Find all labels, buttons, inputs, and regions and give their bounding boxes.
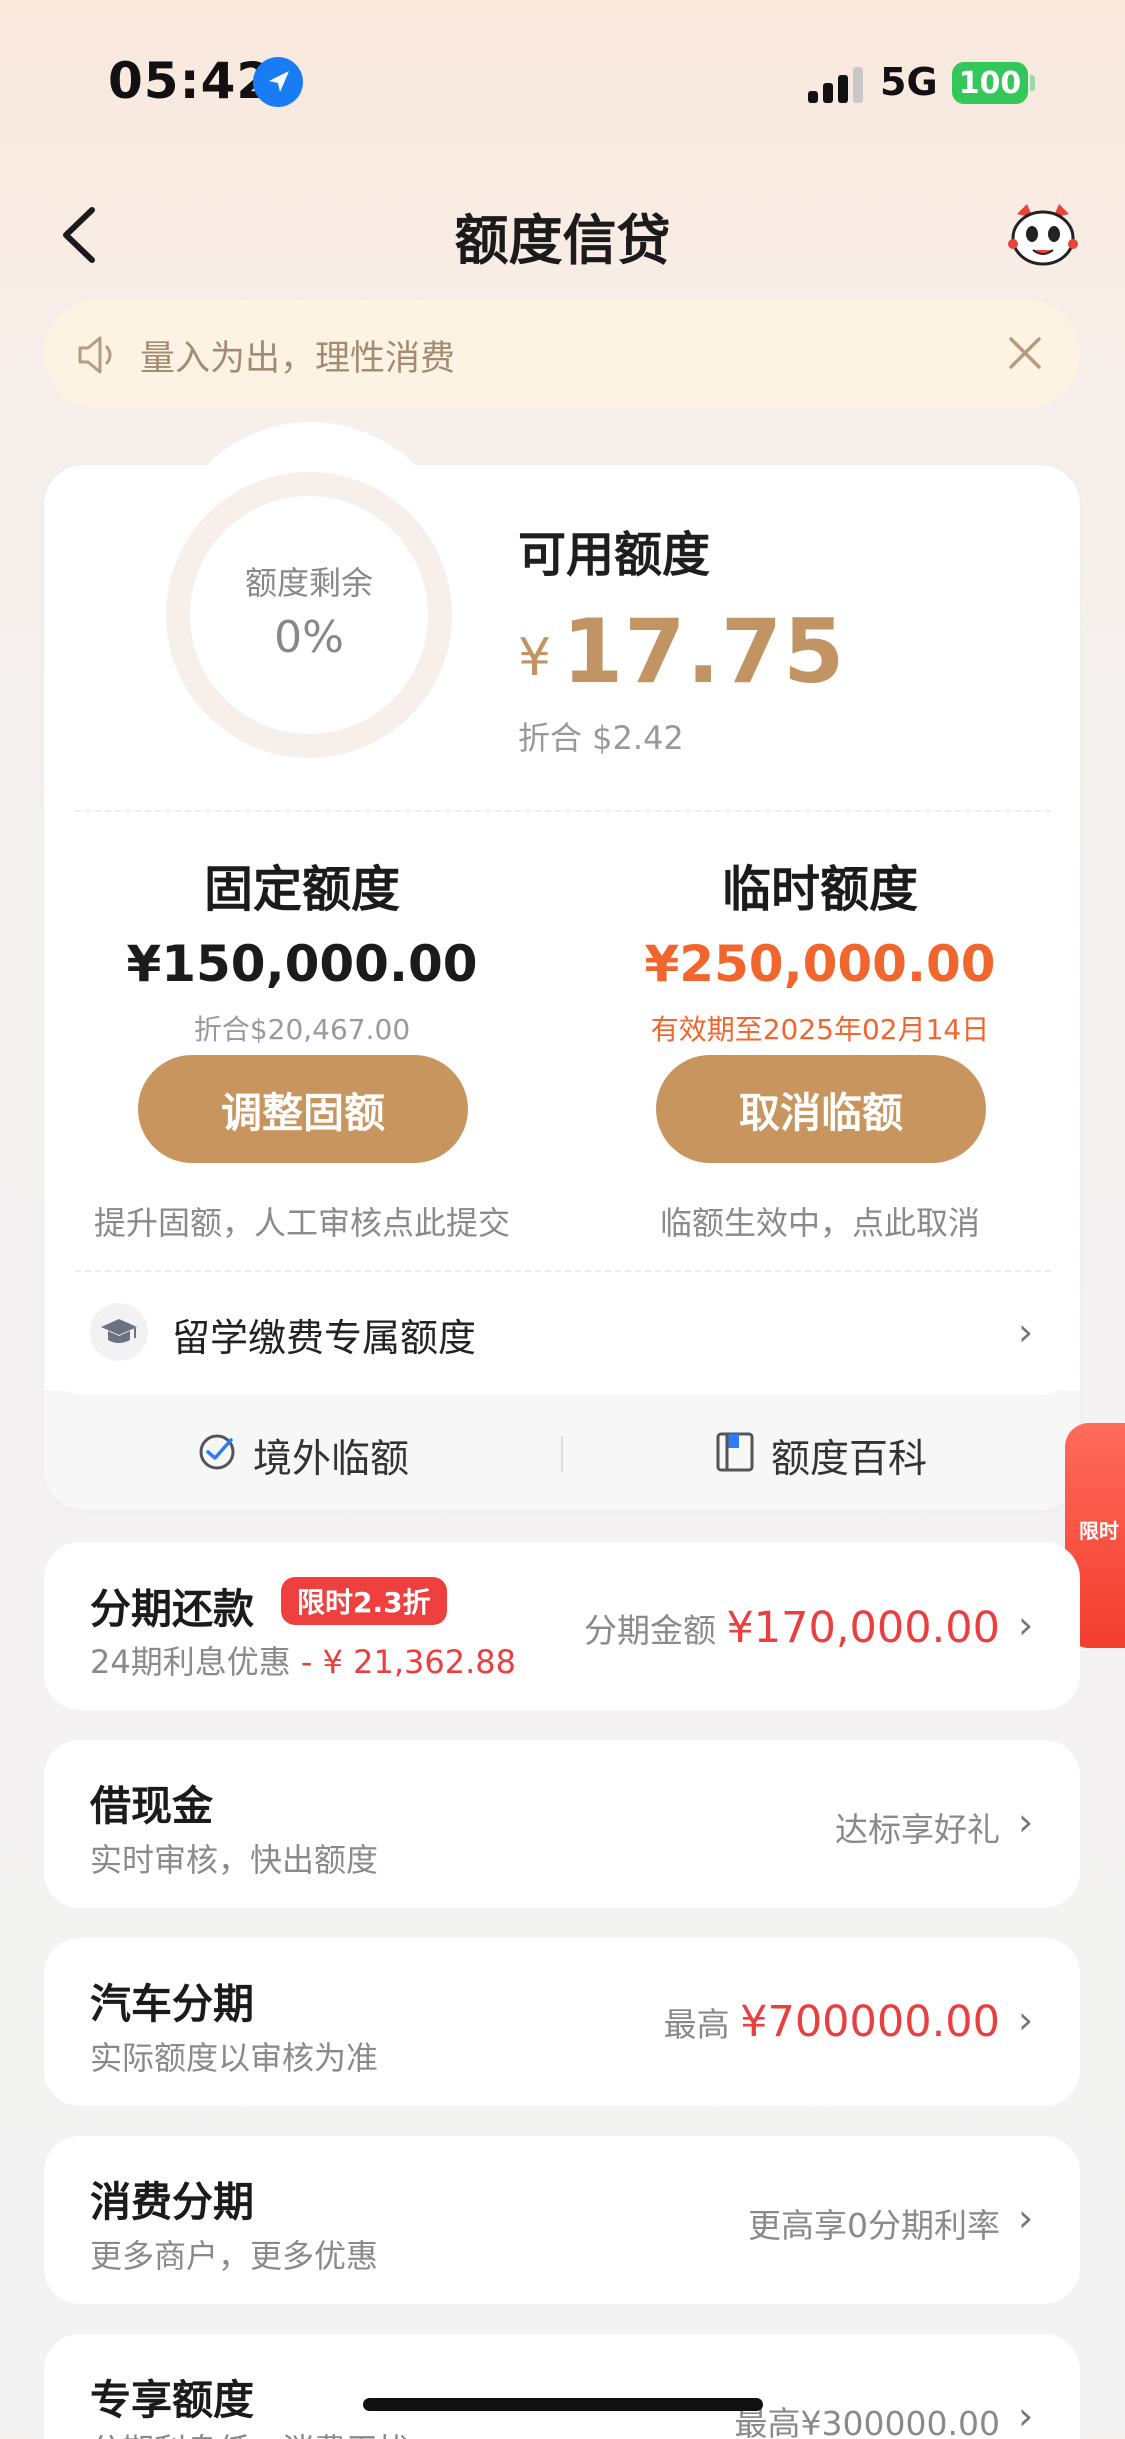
signal-bars-icon [808, 65, 864, 103]
chevron-right-icon: › [1018, 1998, 1034, 2042]
fixed-credit-title: 固定额度 [203, 861, 400, 918]
status-time: 05:42 [108, 52, 273, 110]
available-converted: 折合 $2.42 [518, 719, 684, 757]
interest-discount: - ¥ 21,362.88 [300, 1643, 517, 1681]
credit-wiki-link[interactable]: 额度百科 [771, 1428, 927, 1484]
row-right-label: 更高享0分期利率 [748, 2206, 1000, 2245]
available-currency: ¥ [518, 628, 552, 688]
battery-indicator: 100 [952, 62, 1028, 104]
footer-separator [561, 1436, 563, 1472]
installment-amount: ¥170,000.00 [726, 1603, 1000, 1653]
row-right-label: 最高 [663, 2005, 741, 2044]
row-right: 最高 ¥700000.00 [664, 1997, 1000, 2047]
battery-nub [1030, 75, 1035, 91]
cancel-temporary-credit-button[interactable]: 取消临额 [656, 1055, 986, 1163]
speaker-icon [74, 330, 124, 380]
gauge-value: 0% [274, 612, 344, 663]
page-title: 额度信贷 [454, 209, 671, 272]
study-abroad-credit-link[interactable]: 留学缴费专属额度 [172, 1307, 476, 1362]
car-max-amount: ¥700000.00 [740, 1997, 1000, 2047]
overseas-temp-credit-link[interactable]: 境外临额 [253, 1428, 409, 1484]
row-right-label: 分期金额 [583, 1611, 727, 1650]
chevron-right-icon: › [1018, 1310, 1034, 1354]
chevron-right-icon: › [1018, 1603, 1034, 1647]
row-subtitle: 实时审核，快出额度 [90, 1841, 379, 1879]
available-amount: 17.75 [562, 600, 846, 703]
row-title: 汽车分期 [90, 1980, 254, 2028]
temporary-credit-title: 临时额度 [721, 861, 918, 918]
location-arrow-icon [253, 57, 303, 107]
fixed-credit-amount: ¥150,000.00 [126, 935, 478, 993]
home-indicator[interactable] [363, 2398, 763, 2411]
chevron-right-icon: › [1018, 1800, 1034, 1844]
row-subtitle-prefix: 24期利息优惠 [90, 1643, 301, 1681]
divider [75, 810, 1051, 812]
fixed-credit-hint[interactable]: 提升固额，人工审核点此提交 [62, 1198, 542, 1244]
row-title: 借现金 [90, 1782, 213, 1830]
row-subtitle: 实际额度以审核为准 [90, 2039, 379, 2077]
row-right-label: 最高¥300000.00 [734, 2404, 1000, 2439]
mascot-avatar-icon[interactable] [1003, 200, 1083, 270]
row-right: 分期金额 ¥170,000.00 [584, 1603, 1000, 1653]
temporary-credit-amount: ¥250,000.00 [644, 935, 996, 993]
divider [75, 1270, 1051, 1272]
promo-text: 限时 [1079, 1519, 1119, 1543]
book-icon [715, 1430, 755, 1474]
row-subtitle: 更多商户，更多优惠 [90, 2237, 379, 2275]
available-credit-title: 可用额度 [518, 527, 711, 583]
row-subtitle: 分期利息低，消费无忧 [90, 2425, 410, 2439]
close-icon[interactable] [1002, 330, 1048, 376]
row-subtitle: 24期利息优惠 - ¥ 21,362.88 [90, 1637, 516, 1683]
adjust-fixed-credit-button[interactable]: 调整固额 [138, 1055, 468, 1163]
graduation-cap-icon [90, 1303, 148, 1361]
row-right-label: 达标享好礼 [835, 1810, 1000, 1849]
discount-badge: 限时2.3折 [281, 1577, 447, 1625]
temporary-credit-hint[interactable]: 临额生效中，点此取消 [580, 1198, 1060, 1244]
fixed-credit-converted: 折合$20,467.00 [193, 1013, 411, 1046]
chevron-right-icon: › [1018, 2394, 1034, 2438]
gauge-label: 额度剩余 [244, 564, 373, 602]
row-title: 分期还款 [90, 1585, 254, 1633]
temporary-credit-expiry: 有效期至2025年02月14日 [650, 1013, 990, 1046]
chevron-right-icon: › [1018, 2196, 1034, 2240]
network-label: 5G [880, 60, 938, 104]
globe-check-icon [195, 1428, 239, 1474]
notice-text: 量入为出，理性消费 [140, 339, 456, 379]
row-title: 消费分期 [90, 2178, 254, 2226]
row-title: 专享额度 [90, 2376, 254, 2424]
